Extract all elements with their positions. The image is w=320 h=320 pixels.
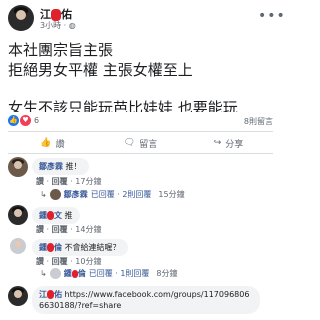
reactions-summary[interactable]: 👍 ♥ 6: [8, 115, 39, 126]
share-button[interactable]: ↪ 分享: [186, 134, 271, 152]
name-prefix: 鍾: [39, 211, 47, 220]
reply-summary: 已回覆 · 2則回覆: [90, 190, 152, 199]
post-time[interactable]: 3小時 · ◍: [40, 20, 76, 31]
post-line-4: 女生不該只能玩芭比娃娃 也要能玩: [8, 99, 238, 112]
comment-bubble: 鄒彥霖 推！: [32, 158, 89, 175]
redaction: [47, 211, 54, 220]
share-icon: ↪: [213, 138, 222, 148]
globe-icon: ◍: [68, 21, 76, 30]
author-avatar[interactable]: [8, 5, 34, 31]
comment-bubble: 鍾倫 不會給連結喔？: [32, 239, 128, 256]
comment-reply-link[interactable]: 回覆: [52, 177, 68, 186]
commenter-avatar[interactable]: [8, 205, 28, 225]
commenter-name[interactable]: 鄒彥霖: [39, 162, 63, 171]
reply-preview[interactable]: ↳ 鄒彥霖 已回覆 · 2則回覆 15分鐘: [40, 189, 185, 200]
comment-actions: 讚 · 回覆 · 10分鐘: [36, 257, 102, 266]
more-icon[interactable]: •••: [258, 8, 286, 24]
commenter-avatar[interactable]: [8, 157, 28, 177]
comment-text: 不會給連結喔？: [64, 243, 121, 252]
post-time-text: 3小時: [40, 21, 62, 30]
redaction: [47, 290, 54, 299]
comment-label: 留言: [139, 139, 158, 150]
reply-arrow-icon: ↳: [40, 269, 47, 278]
comment-like-link[interactable]: 讚: [36, 257, 44, 266]
comment-time[interactable]: 17分鐘: [75, 177, 101, 186]
commenter-avatar[interactable]: [10, 238, 26, 254]
commenter-name[interactable]: 鍾文: [39, 211, 62, 220]
reaction-count: 6: [34, 116, 40, 125]
comment-time[interactable]: 14分鐘: [75, 225, 101, 234]
name-prefix: 鍾: [39, 243, 47, 252]
share-label: 分享: [225, 139, 244, 150]
comment-reply-link[interactable]: 回覆: [52, 225, 68, 234]
comment-reply-link[interactable]: 回覆: [52, 257, 68, 266]
comment-actions: 讚 · 回覆 · 14分鐘: [36, 225, 102, 234]
reply-author-prefix: 鍾: [63, 269, 72, 278]
reply-time: 15分鐘: [158, 190, 185, 199]
like-label: 讚: [55, 139, 65, 150]
name-suffix: 倫: [54, 243, 62, 252]
divider: [8, 131, 273, 132]
commenter-name[interactable]: 江佑: [39, 290, 62, 299]
reply-time: 8分鐘: [156, 269, 178, 278]
name-prefix: 江: [39, 290, 47, 299]
reply-author-suffix: 倫: [77, 269, 86, 278]
name-suffix: 佑: [54, 290, 62, 299]
reply-author: 鄒彥霖: [63, 190, 88, 199]
divider: [8, 153, 273, 154]
comment-icon: 🗨: [123, 138, 136, 148]
reply-summary: 已回覆 · 1則回覆: [88, 269, 150, 278]
reply-preview[interactable]: ↳ 鍾倫 已回覆 · 1則回覆 8分鐘: [40, 268, 178, 279]
comment-text: 推！: [65, 162, 82, 171]
name-suffix: 文: [54, 211, 62, 220]
comment-actions: 讚 · 回覆 · 17分鐘: [36, 177, 102, 186]
comment-text: 推: [64, 211, 73, 220]
redaction: [47, 243, 54, 252]
commenter-avatar[interactable]: [8, 286, 28, 306]
like-button[interactable]: 👍 讚: [10, 134, 95, 152]
comment-bubble: 江佑 https://www.facebook.com/groups/11709…: [32, 286, 260, 314]
comment-button[interactable]: 🗨 留言: [98, 134, 183, 152]
post-line-2: 拒絕男女平權 主張女權至上: [8, 61, 193, 79]
comment-like-link[interactable]: 讚: [36, 177, 44, 186]
comment-link[interactable]: https://www.facebook.com/groups/11709680…: [39, 290, 249, 310]
comment-like-link[interactable]: 讚: [36, 225, 44, 234]
reply-arrow-icon: ↳: [40, 190, 47, 199]
like-icon: 👍: [8, 115, 19, 126]
commenter-name[interactable]: 鍾倫: [39, 243, 62, 252]
comment-count[interactable]: 8則留言: [244, 116, 273, 127]
comment-bubble: 鍾文 推: [32, 207, 80, 224]
reply-avatar: [49, 268, 61, 279]
comment-time[interactable]: 10分鐘: [75, 257, 101, 266]
love-icon: ♥: [20, 115, 31, 126]
thumb-icon: 👍: [40, 138, 52, 148]
post-line-1: 本社團宗旨主張: [8, 41, 114, 59]
reply-avatar: [49, 189, 61, 200]
